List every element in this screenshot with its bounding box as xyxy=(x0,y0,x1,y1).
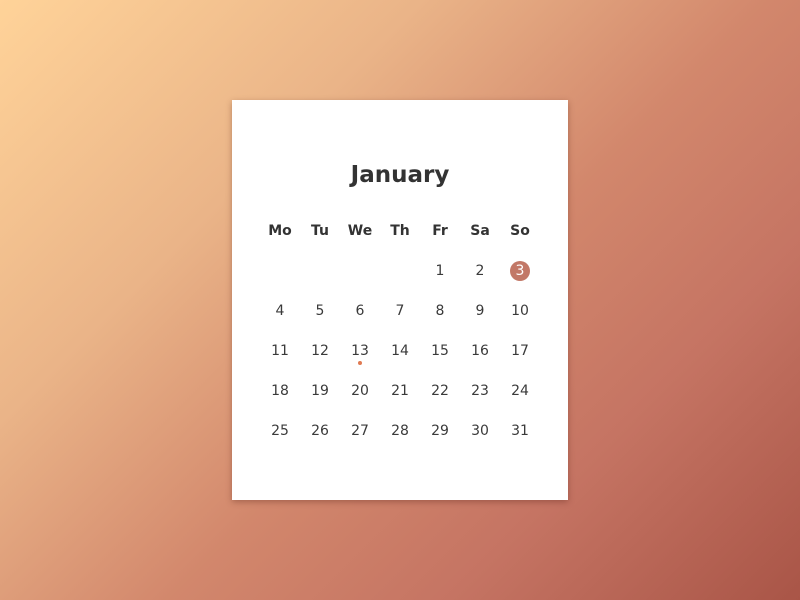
day-cell[interactable]: 24 xyxy=(500,371,540,411)
day-number: 7 xyxy=(395,303,405,319)
empty-day-cell xyxy=(380,251,420,291)
day-cell[interactable]: 19 xyxy=(300,371,340,411)
day-cell[interactable]: 31 xyxy=(500,411,540,451)
day-cell[interactable]: 26 xyxy=(300,411,340,451)
empty-day-cell xyxy=(300,251,340,291)
day-number: 16 xyxy=(471,343,489,359)
day-cell[interactable]: 1 xyxy=(420,251,460,291)
day-cell[interactable]: 11 xyxy=(260,331,300,371)
day-number: 5 xyxy=(315,303,325,319)
day-cell[interactable]: 25 xyxy=(260,411,300,451)
day-number: 28 xyxy=(391,423,409,439)
day-cell[interactable]: 7 xyxy=(380,291,420,331)
day-number: 29 xyxy=(431,423,449,439)
day-cell-selected[interactable]: 3 xyxy=(500,251,540,291)
day-cell[interactable]: 28 xyxy=(380,411,420,451)
day-number: 17 xyxy=(511,343,529,359)
day-cell[interactable]: 30 xyxy=(460,411,500,451)
day-number: 19 xyxy=(311,383,329,399)
day-cell-with-event[interactable]: 13 xyxy=(340,331,380,371)
weekday-tu: Tu xyxy=(311,223,329,239)
day-number: 20 xyxy=(351,383,369,399)
weekday-sa: Sa xyxy=(470,223,490,239)
day-number: 24 xyxy=(511,383,529,399)
day-cell[interactable]: 10 xyxy=(500,291,540,331)
day-cell[interactable]: 20 xyxy=(340,371,380,411)
day-cell[interactable]: 14 xyxy=(380,331,420,371)
day-cell[interactable]: 15 xyxy=(420,331,460,371)
day-number: 11 xyxy=(271,343,289,359)
weekday-so: So xyxy=(510,223,530,239)
week-row: 4 5 6 7 8 9 10 xyxy=(260,291,540,331)
day-number: 4 xyxy=(275,303,285,319)
day-number: 14 xyxy=(391,343,409,359)
day-cell[interactable]: 6 xyxy=(340,291,380,331)
week-row: 11 12 13 14 15 16 17 xyxy=(260,331,540,371)
weekday-we: We xyxy=(347,223,373,239)
month-title: January xyxy=(350,162,450,188)
weekday-fr: Fr xyxy=(432,223,448,239)
day-cell[interactable]: 23 xyxy=(460,371,500,411)
day-number: 2 xyxy=(475,263,485,279)
day-cell[interactable]: 5 xyxy=(300,291,340,331)
day-cell[interactable]: 17 xyxy=(500,331,540,371)
day-number: 13 xyxy=(351,343,369,359)
day-cell[interactable]: 29 xyxy=(420,411,460,451)
day-number: 9 xyxy=(475,303,485,319)
day-number: 31 xyxy=(511,423,529,439)
day-number: 6 xyxy=(355,303,365,319)
empty-day-cell xyxy=(340,251,380,291)
day-cell[interactable]: 27 xyxy=(340,411,380,451)
day-cell[interactable]: 22 xyxy=(420,371,460,411)
day-number: 8 xyxy=(435,303,445,319)
day-number: 18 xyxy=(271,383,289,399)
day-cell[interactable]: 16 xyxy=(460,331,500,371)
day-number: 3 xyxy=(515,263,525,279)
day-number: 12 xyxy=(311,343,329,359)
day-cell[interactable]: 9 xyxy=(460,291,500,331)
day-cell[interactable]: 18 xyxy=(260,371,300,411)
empty-day-cell xyxy=(260,251,300,291)
day-number: 1 xyxy=(435,263,445,279)
day-number: 15 xyxy=(431,343,449,359)
week-row: 1 2 3 xyxy=(260,251,540,291)
weekday-th: Th xyxy=(390,223,410,239)
day-number: 27 xyxy=(351,423,369,439)
week-row: 18 19 20 21 22 23 24 xyxy=(260,371,540,411)
day-number: 10 xyxy=(511,303,529,319)
day-cell[interactable]: 21 xyxy=(380,371,420,411)
day-number: 21 xyxy=(391,383,409,399)
day-number: 23 xyxy=(471,383,489,399)
weekday-mo: Mo xyxy=(268,223,292,239)
calendar-card: January Mo Tu We Th Fr Sa So 1 2 3 4 5 6 7 8 9 10… xyxy=(232,100,568,500)
week-row: 25 26 27 28 29 30 31 xyxy=(260,411,540,451)
day-number: 26 xyxy=(311,423,329,439)
day-cell[interactable]: 4 xyxy=(260,291,300,331)
day-number: 22 xyxy=(431,383,449,399)
day-number: 25 xyxy=(271,423,289,439)
day-cell[interactable]: 8 xyxy=(420,291,460,331)
day-cell[interactable]: 2 xyxy=(460,251,500,291)
day-number: 30 xyxy=(471,423,489,439)
day-cell[interactable]: 12 xyxy=(300,331,340,371)
weekday-header: Mo Tu We Th Fr Sa So xyxy=(260,211,540,251)
